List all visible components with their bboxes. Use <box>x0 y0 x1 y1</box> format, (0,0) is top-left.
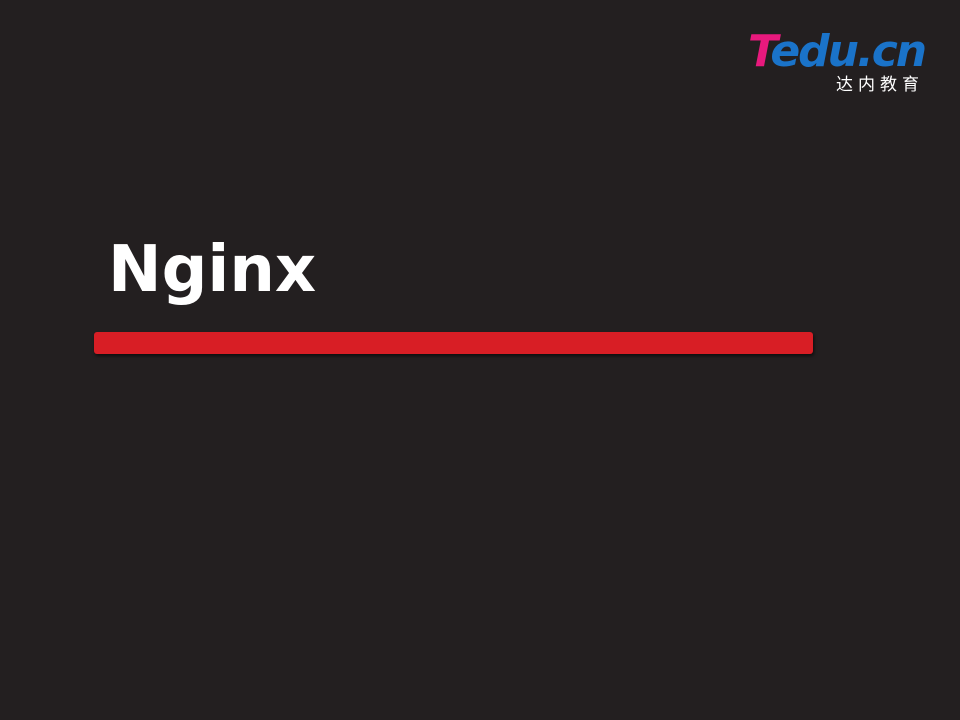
logo-wordmark: Tedu.cn <box>748 26 927 78</box>
logo-subtitle: 达内教育 <box>836 75 924 95</box>
tedu-logo: Tedu.cn 达内教育 <box>748 26 928 98</box>
slide: Tedu.cn 达内教育 Nginx <box>0 0 960 720</box>
slide-title: Nginx <box>108 233 317 307</box>
logo-domain: edu.cn <box>770 26 927 77</box>
logo-letter-t: T <box>748 26 772 77</box>
title-underline-bar <box>94 332 813 354</box>
